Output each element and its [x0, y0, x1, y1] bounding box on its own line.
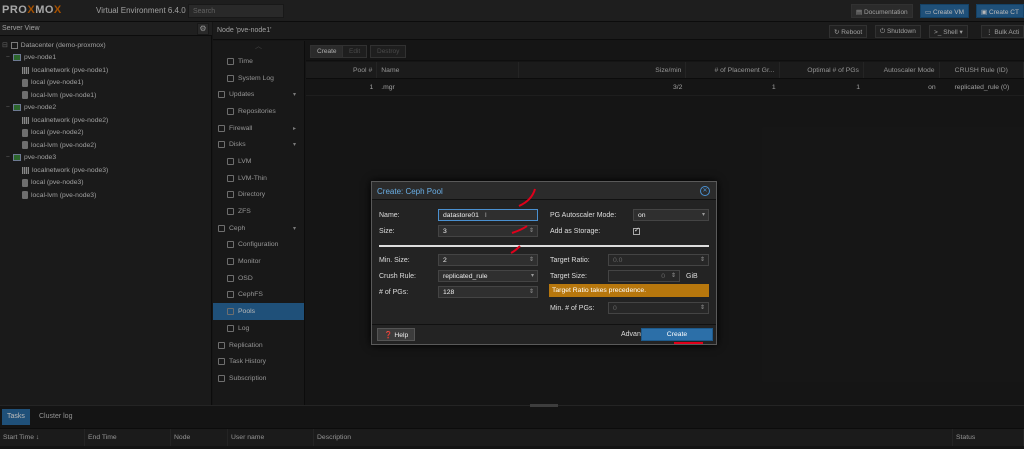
- annotation-mark: [511, 225, 528, 234]
- pen-annotations: [510, 188, 703, 344]
- annotation-mark: [510, 245, 521, 254]
- annotation-mark: [518, 188, 536, 207]
